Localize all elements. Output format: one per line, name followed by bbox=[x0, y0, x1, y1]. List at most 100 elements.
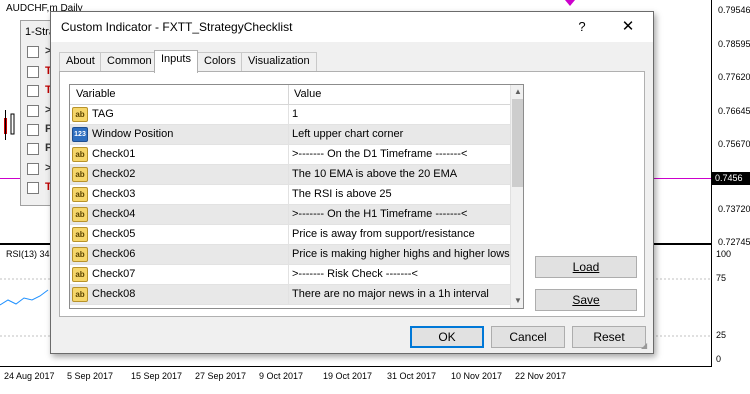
column-header-variable[interactable]: Variable bbox=[76, 88, 116, 100]
table-row[interactable]: ab Check04 >------- On the H1 Timeframe … bbox=[70, 205, 510, 225]
table-row[interactable]: 123 Window Position Left upper chart cor… bbox=[70, 125, 510, 145]
variable-value[interactable]: >------- On the H1 Timeframe -------< bbox=[292, 208, 467, 220]
grid-scrollbar[interactable]: ▲ ▼ bbox=[510, 85, 523, 308]
cell-divider bbox=[288, 145, 289, 165]
variable-value[interactable]: >------- On the D1 Timeframe -------< bbox=[292, 148, 467, 160]
rsi-title: RSI(13) 34 bbox=[6, 249, 50, 259]
time-axis-label: 19 Oct 2017 bbox=[323, 371, 373, 381]
cell-divider bbox=[288, 265, 289, 285]
ok-button[interactable]: OK bbox=[410, 326, 484, 348]
table-row[interactable]: ab TAG 1 bbox=[70, 105, 510, 125]
rsi-level-label: 75 bbox=[716, 273, 727, 283]
resize-grip-icon[interactable]: ◢ bbox=[641, 341, 651, 351]
tab-inputs[interactable]: Inputs bbox=[154, 50, 198, 73]
enum-type-icon: 123 bbox=[72, 127, 88, 142]
string-type-icon: ab bbox=[72, 227, 88, 242]
dialog-title: Custom Indicator - FXTT_StrategyChecklis… bbox=[61, 20, 293, 34]
checkbox[interactable] bbox=[27, 46, 39, 58]
table-row[interactable]: ab Check02 The 10 EMA is above the 20 EM… bbox=[70, 165, 510, 185]
table-row[interactable]: ab Check07 >------- Risk Check -------< bbox=[70, 265, 510, 285]
string-type-icon: ab bbox=[72, 167, 88, 182]
variable-name: Check07 bbox=[92, 268, 136, 280]
price-axis-label: 0.78595 bbox=[718, 39, 750, 49]
cell-divider bbox=[288, 225, 289, 245]
save-button[interactable]: Save bbox=[535, 289, 637, 311]
variable-name: Check05 bbox=[92, 228, 136, 240]
variable-value[interactable]: The RSI is above 25 bbox=[292, 188, 392, 200]
price-axis-label: 0.73720 bbox=[718, 204, 750, 214]
inputs-grid[interactable]: Variable Value ab TAG 1 123 Window Posit… bbox=[69, 84, 524, 309]
checkbox[interactable] bbox=[27, 124, 39, 136]
scroll-down-icon[interactable]: ▼ bbox=[511, 294, 523, 308]
price-axis-label: 0.79546 bbox=[718, 5, 750, 15]
reset-button[interactable]: Reset bbox=[572, 326, 646, 348]
variable-name: Window Position bbox=[92, 128, 174, 140]
tab-colors[interactable]: Colors bbox=[197, 52, 243, 71]
variable-value[interactable]: >------- Risk Check -------< bbox=[292, 268, 418, 280]
checkbox[interactable] bbox=[27, 66, 39, 78]
variable-value[interactable]: Price is away from support/resistance bbox=[292, 228, 475, 240]
time-axis-label: 31 Oct 2017 bbox=[387, 371, 437, 381]
rsi-level-label: 0 bbox=[716, 354, 722, 364]
variable-name: Check04 bbox=[92, 208, 136, 220]
dialog-title-bar[interactable]: Custom Indicator - FXTT_StrategyChecklis… bbox=[51, 12, 653, 42]
candle bbox=[10, 113, 15, 135]
table-row[interactable]: ab Check06 Price is making higher highs … bbox=[70, 245, 510, 265]
checkbox[interactable] bbox=[27, 85, 39, 97]
cell-divider bbox=[288, 105, 289, 125]
variable-value[interactable]: Left upper chart corner bbox=[292, 128, 403, 140]
load-button-label: Load bbox=[572, 260, 600, 274]
variable-value[interactable]: There are no major news in a 1h interval bbox=[292, 288, 489, 300]
close-icon[interactable]: ✕ bbox=[617, 16, 639, 38]
string-type-icon: ab bbox=[72, 247, 88, 262]
variable-value[interactable]: Price is making higher highs and higher … bbox=[292, 248, 510, 260]
time-axis-label: 15 Sep 2017 bbox=[131, 371, 183, 381]
variable-name: Check01 bbox=[92, 148, 136, 160]
help-icon[interactable]: ? bbox=[571, 16, 593, 38]
table-row[interactable]: ab Check08 There are no major news in a … bbox=[70, 285, 510, 305]
variable-name: Check02 bbox=[92, 168, 136, 180]
cell-divider bbox=[288, 185, 289, 205]
string-type-icon: ab bbox=[72, 287, 88, 302]
custom-indicator-dialog: Custom Indicator - FXTT_StrategyChecklis… bbox=[50, 11, 654, 354]
time-axis bbox=[0, 366, 712, 367]
load-button[interactable]: Load bbox=[535, 256, 637, 278]
price-axis-label: 0.76645 bbox=[718, 106, 750, 116]
rsi-line bbox=[0, 289, 49, 306]
scroll-up-icon[interactable]: ▲ bbox=[511, 85, 523, 99]
string-type-icon: ab bbox=[72, 187, 88, 202]
variable-name: Check03 bbox=[92, 188, 136, 200]
checkbox[interactable] bbox=[27, 182, 39, 194]
variable-name: Check06 bbox=[92, 248, 136, 260]
column-divider[interactable] bbox=[288, 85, 289, 105]
current-price-tag: 0.7456 bbox=[712, 172, 750, 185]
price-axis-label: 0.72745 bbox=[718, 237, 750, 247]
variable-value[interactable]: The 10 EMA is above the 20 EMA bbox=[292, 168, 457, 180]
table-row[interactable]: ab Check01 >------- On the D1 Timeframe … bbox=[70, 145, 510, 165]
string-type-icon: ab bbox=[72, 147, 88, 162]
table-row[interactable]: ab Check03 The RSI is above 25 bbox=[70, 185, 510, 205]
cell-divider bbox=[288, 165, 289, 185]
price-axis-label: 0.75670 bbox=[718, 139, 750, 149]
column-header-value[interactable]: Value bbox=[294, 88, 321, 100]
grid-header: Variable Value bbox=[70, 85, 510, 105]
table-row[interactable]: ab Check05 Price is away from support/re… bbox=[70, 225, 510, 245]
cell-divider bbox=[288, 125, 289, 145]
scroll-thumb[interactable] bbox=[512, 99, 523, 187]
time-axis-label: 9 Oct 2017 bbox=[259, 371, 304, 381]
string-type-icon: ab bbox=[72, 267, 88, 282]
checkbox[interactable] bbox=[27, 105, 39, 117]
save-button-label: Save bbox=[572, 293, 600, 307]
checkbox[interactable] bbox=[27, 143, 39, 155]
checkbox[interactable] bbox=[27, 163, 39, 175]
rsi-level-label: 100 bbox=[716, 249, 732, 259]
variable-value[interactable]: 1 bbox=[292, 108, 298, 120]
time-axis-label: 27 Sep 2017 bbox=[195, 371, 247, 381]
cancel-button[interactable]: Cancel bbox=[491, 326, 565, 348]
variable-name: Check08 bbox=[92, 288, 136, 300]
tab-common[interactable]: Common bbox=[100, 52, 159, 71]
tab-visualization[interactable]: Visualization bbox=[241, 52, 317, 71]
tab-about[interactable]: About bbox=[59, 52, 102, 71]
trade-arrow-icon bbox=[565, 0, 575, 6]
rsi-level-label: 25 bbox=[716, 330, 727, 340]
